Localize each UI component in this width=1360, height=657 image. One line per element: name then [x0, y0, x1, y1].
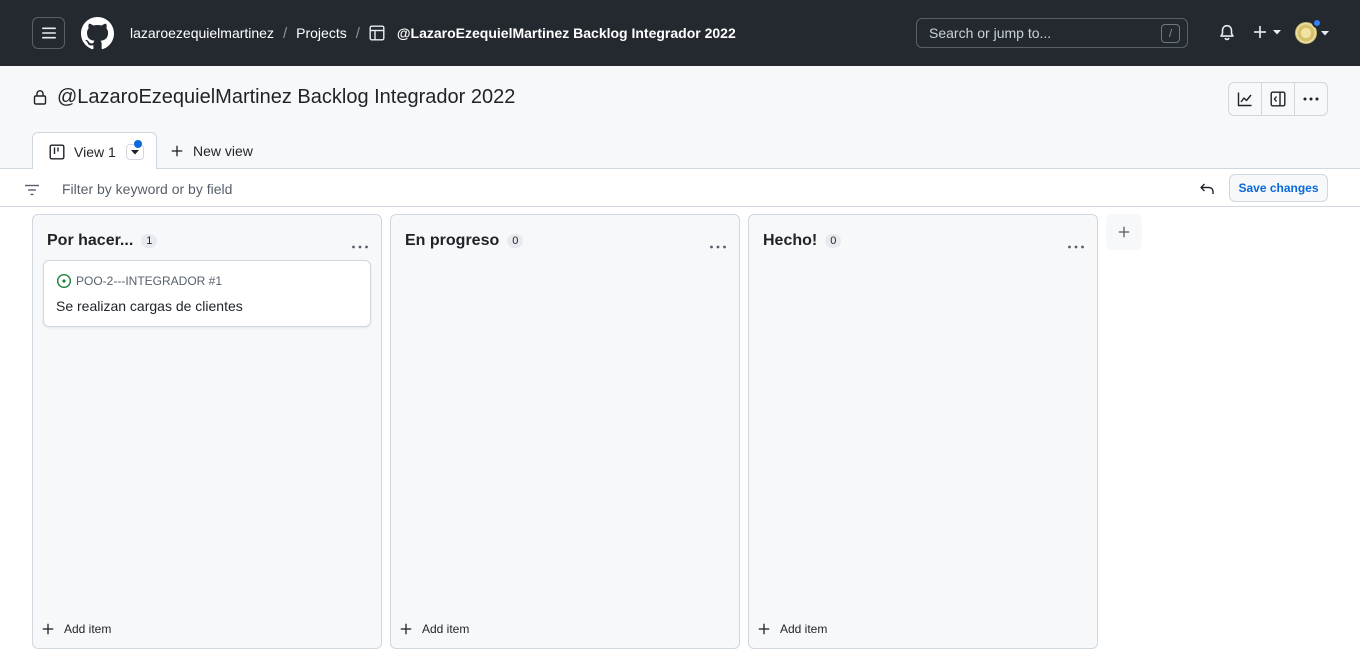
- breadcrumb-projects-link[interactable]: Projects: [296, 25, 347, 41]
- column-count-badge: 0: [825, 234, 842, 248]
- caret-down-icon: [1273, 30, 1281, 35]
- board-card[interactable]: POO-2---INTEGRADOR #1 Se realizan cargas…: [43, 260, 371, 327]
- bell-icon: [1220, 24, 1234, 41]
- filter-input[interactable]: Filter by keyword or by field: [62, 181, 232, 197]
- add-item-button[interactable]: Add item: [41, 622, 111, 636]
- breadcrumb-separator: /: [355, 24, 360, 42]
- card-title[interactable]: Se realizan cargas de clientes: [56, 298, 243, 314]
- tab-view-1[interactable]: View 1: [32, 132, 157, 170]
- table-icon: [369, 25, 385, 41]
- add-item-label: Add item: [780, 622, 828, 636]
- global-header: lazaroezequielmartinez / Projects / @Laz…: [0, 0, 1360, 66]
- discard-changes-button[interactable]: [1199, 181, 1215, 202]
- column-menu-button[interactable]: [1067, 237, 1085, 255]
- board-column-en-progreso: En progreso 0 Add item: [390, 214, 740, 649]
- new-view-label: New view: [193, 143, 253, 159]
- tab-label: View 1: [74, 143, 116, 160]
- notification-dot: [1312, 18, 1322, 28]
- plus-icon: [400, 623, 412, 635]
- create-new-dropdown[interactable]: [1252, 24, 1281, 40]
- notifications-button[interactable]: [1218, 24, 1236, 47]
- caret-down-icon: [130, 149, 139, 154]
- plus-icon: [171, 145, 183, 157]
- add-item-label: Add item: [64, 622, 112, 636]
- column-title: Por hacer... 1: [47, 232, 158, 250]
- board-column-hecho: Hecho! 0 Add item: [748, 214, 1098, 649]
- plus-icon: [758, 623, 770, 635]
- more-options-button[interactable]: [1295, 83, 1327, 115]
- breadcrumb: lazaroezequielmartinez / Projects / @Laz…: [130, 22, 736, 44]
- github-logo-icon[interactable]: [81, 17, 114, 50]
- column-title: Hecho! 0: [763, 232, 842, 250]
- new-view-button[interactable]: New view: [170, 143, 253, 159]
- kebab-horizontal-icon: [710, 245, 726, 249]
- board-icon: [49, 144, 65, 160]
- plus-icon: [1118, 226, 1130, 238]
- kebab-horizontal-icon: [1303, 97, 1319, 101]
- add-item-button[interactable]: Add item: [399, 622, 469, 636]
- side-panel-button[interactable]: [1262, 83, 1295, 115]
- sidebar-expand-icon: [1270, 91, 1286, 107]
- undo-icon: [1200, 183, 1214, 194]
- issue-opened-icon: [56, 273, 72, 289]
- unsaved-changes-dot: [134, 140, 142, 148]
- plus-icon: [1254, 26, 1266, 38]
- breadcrumb-user-link[interactable]: lazaroezequielmartinez: [130, 25, 274, 41]
- filter-icon: [24, 183, 40, 201]
- caret-down-icon: [1321, 31, 1329, 36]
- add-item-label: Add item: [422, 622, 470, 636]
- project-toolbar: [1228, 82, 1328, 116]
- column-menu-button[interactable]: [709, 237, 727, 255]
- page-title: @LazaroEzequielMartinez Backlog Integrad…: [57, 86, 516, 108]
- breadcrumb-project-link[interactable]: @LazaroEzequielMartinez Backlog Integrad…: [397, 25, 736, 41]
- column-title: En progreso 0: [405, 232, 524, 250]
- column-title-label: Hecho!: [763, 232, 818, 249]
- kebab-horizontal-icon: [352, 245, 368, 249]
- kebab-horizontal-icon: [1068, 245, 1084, 249]
- board-column-por-hacer: Por hacer... 1 POO-2---INTEGRADOR #1 Se …: [32, 214, 382, 649]
- graph-icon: [1237, 92, 1252, 107]
- plus-icon: [42, 623, 54, 635]
- filter-bar: Filter by keyword or by field: [0, 169, 1360, 207]
- breadcrumb-separator: /: [282, 24, 288, 42]
- save-changes-button[interactable]: Save changes: [1229, 174, 1328, 202]
- column-count-badge: 1: [141, 234, 158, 248]
- search-input[interactable]: Search or jump to... /: [916, 18, 1188, 48]
- search-placeholder: Search or jump to...: [929, 25, 1052, 41]
- add-item-button[interactable]: Add item: [757, 622, 827, 636]
- search-shortcut-badge: /: [1161, 24, 1180, 43]
- lock-icon: [33, 89, 47, 110]
- card-repo-ref[interactable]: POO-2---INTEGRADOR #1: [76, 274, 222, 288]
- insights-button[interactable]: [1229, 83, 1262, 115]
- menu-button[interactable]: [32, 17, 65, 49]
- hamburger-icon: [41, 27, 56, 39]
- column-title-label: En progreso: [405, 232, 500, 249]
- column-title-label: Por hacer...: [47, 232, 134, 249]
- column-count-badge: 0: [507, 234, 524, 248]
- column-menu-button[interactable]: [351, 237, 369, 255]
- card-meta: POO-2---INTEGRADOR #1: [56, 273, 222, 289]
- add-column-button[interactable]: [1106, 214, 1142, 250]
